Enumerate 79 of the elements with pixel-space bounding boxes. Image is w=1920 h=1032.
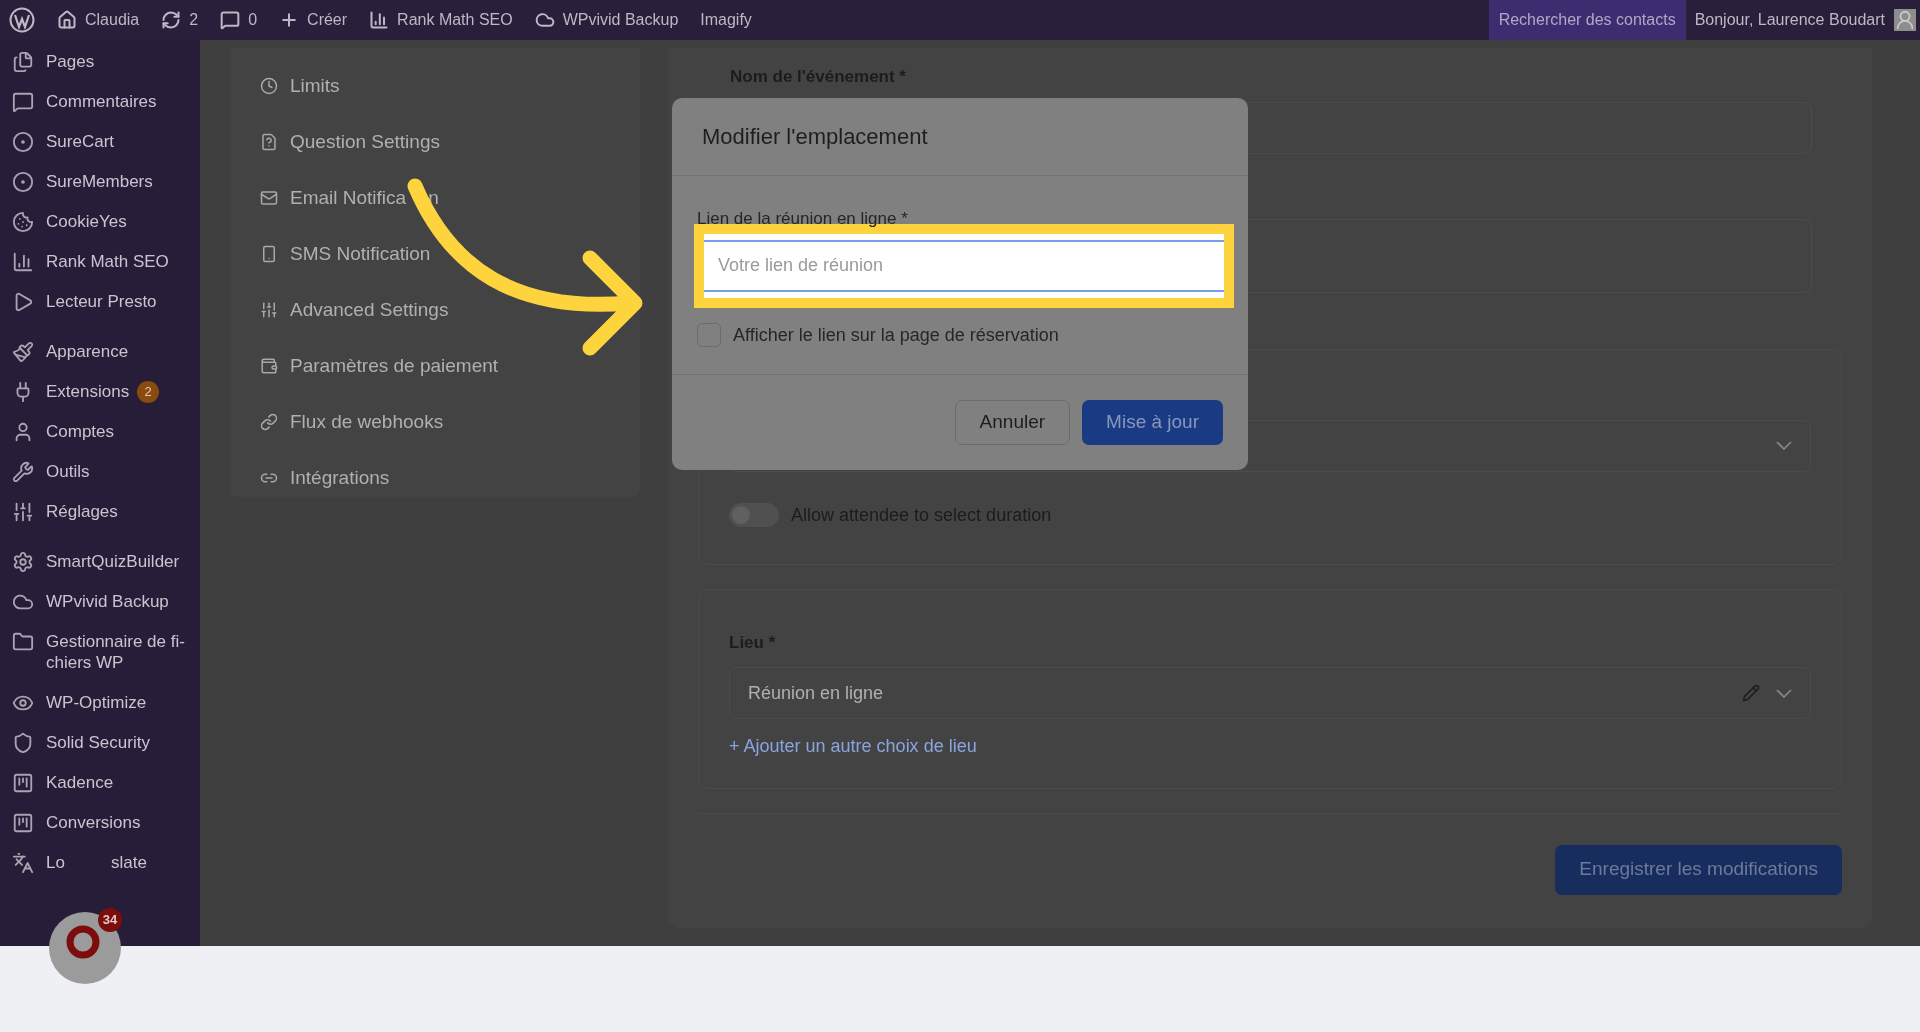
mail-icon <box>260 189 278 207</box>
cloud-icon <box>534 10 555 30</box>
pencil-icon[interactable] <box>1742 684 1760 702</box>
chevron-icon <box>1776 441 1792 450</box>
comment-icon <box>220 10 241 30</box>
shield-icon <box>12 731 34 754</box>
select-field[interactable]: Réunion en ligne <box>729 667 1811 719</box>
sliders-icon <box>12 501 34 523</box>
wallet-icon <box>260 357 278 375</box>
toolbar-link[interactable]: Claudia <box>57 8 140 32</box>
settings-nav-item[interactable]: Limits <box>290 71 340 101</box>
chart-icon <box>369 10 390 30</box>
chart-icon <box>12 251 34 273</box>
sidebar-item[interactable]: Outils <box>46 461 90 483</box>
clock-icon <box>260 77 278 95</box>
sidebar-item[interactable]: Gestionnaire de fi-chiers WP <box>46 631 192 674</box>
translate-icon <box>12 851 34 874</box>
sidebar-item[interactable]: Conversions <box>46 811 141 833</box>
circle-icon <box>12 131 34 153</box>
refresh-icon <box>161 10 182 30</box>
sidebar-item[interactable]: Kadence <box>46 771 114 793</box>
settings-nav-item[interactable]: Advanced Settings <box>290 295 449 325</box>
update-button[interactable]: Mise à jour <box>1082 400 1223 445</box>
search-contacts-link[interactable]: Rechercher des contacts <box>1488 0 1686 40</box>
sidebar-item[interactable]: SmartQuizBuilder <box>46 551 180 573</box>
sidebar-item[interactable]: Lecteur Presto <box>46 291 157 313</box>
wrench-icon <box>12 461 34 483</box>
settings-nav-item[interactable]: SMS Notification <box>290 239 431 269</box>
avatar-icon[interactable] <box>1894 9 1916 31</box>
sidebar-item[interactable]: Lo <box>46 851 65 873</box>
sidebar-item[interactable]: Rank Math SEO <box>46 251 169 273</box>
gear-icon <box>12 551 34 573</box>
add-location-link[interactable]: + Ajouter un autre choix de lieu <box>729 733 977 760</box>
sidebar-item[interactable]: slate <box>110 851 147 873</box>
sliders-icon <box>260 301 278 319</box>
folder-icon <box>12 631 34 653</box>
pages-icon <box>12 51 34 73</box>
cancel-button[interactable]: Annuler <box>954 400 1071 445</box>
sidebar-item[interactable]: WP-Optimize <box>46 691 147 713</box>
phone-icon <box>260 245 278 263</box>
sidebar-item[interactable]: SureCart <box>46 131 115 153</box>
settings-nav-item[interactable]: Email Notifica <box>290 183 407 213</box>
chevron-icon <box>1776 688 1792 698</box>
sidebar-item[interactable]: SureMembers <box>46 171 153 193</box>
greeting-text[interactable]: Bonjour, Laurence Boudart <box>1685 8 1894 32</box>
count-badge: 2 <box>137 381 160 403</box>
sidebar-item[interactable]: CookieYes <box>46 211 127 233</box>
settings-nav-item[interactable]: Paramètres de paiement <box>290 351 499 381</box>
toolbar-link[interactable]: 2 <box>161 8 199 32</box>
sidebar-item[interactable]: Solid Security <box>46 731 150 753</box>
sidebar-item[interactable]: WPvivid Backup <box>46 591 169 613</box>
brush-icon <box>12 341 34 363</box>
modal-title: Modifier l'emplacement <box>702 123 928 151</box>
toolbar-link[interactable]: Créer <box>279 8 348 32</box>
settings-nav-item[interactable]: Question Settings <box>290 127 440 157</box>
sidebar-item[interactable]: Commentaires <box>46 91 157 113</box>
sidebar-item[interactable]: Réglages <box>46 501 118 523</box>
settings-nav-item[interactable]: Intégrations <box>290 463 390 493</box>
wordpress-logo-icon[interactable] <box>9 7 35 33</box>
link-icon <box>260 413 278 431</box>
sidebar-item[interactable]: Extensions <box>46 381 130 403</box>
settings-nav-item[interactable]: Flux de webhooks <box>290 407 444 437</box>
notification-badge: 34 <box>98 908 122 932</box>
comment-icon <box>12 91 34 113</box>
toolbar-link[interactable]: WPvivid Backup <box>534 8 679 32</box>
question-icon <box>260 133 278 151</box>
toolbar-link[interactable]: Rank Math SEO <box>369 8 513 32</box>
toolbar-link[interactable]: 0 <box>220 8 258 32</box>
meeting-link-field[interactable]: Votre lien de réunion <box>704 233 1224 298</box>
sidebar-item[interactable]: Comptes <box>46 421 115 443</box>
sidebar-item[interactable]: Apparence <box>46 341 129 363</box>
sidebar-item[interactable]: Pages <box>46 51 95 73</box>
checkbox-label: Afficher le lien sur la page de réservation <box>733 323 1059 347</box>
home-icon <box>57 10 77 30</box>
toggle-switch[interactable] <box>729 503 779 527</box>
cookie-icon <box>12 211 34 233</box>
field-label: Lien de la réunion en ligne * <box>697 208 909 230</box>
circle-icon <box>12 171 34 193</box>
toolbar-link[interactable]: Imagify <box>700 8 752 32</box>
